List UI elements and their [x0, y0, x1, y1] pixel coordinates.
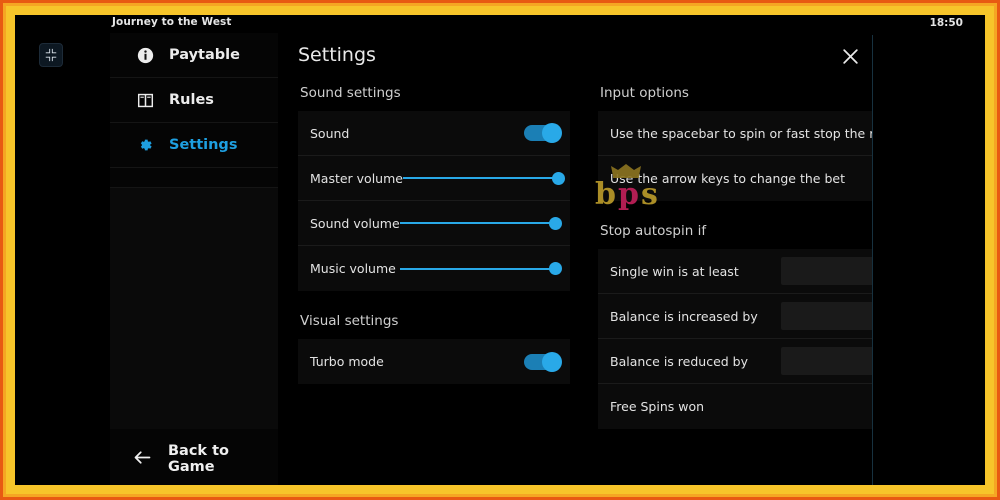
master-volume-slider[interactable]	[402, 170, 565, 186]
left-column: Sound settings Sound Master volume Sound…	[278, 81, 578, 485]
sidebar-item-label: Paytable	[169, 47, 240, 63]
game-stage: Journey to the West 18:50 Paytable Rules…	[15, 15, 985, 485]
setting-label: Balance is increased by	[610, 308, 758, 324]
setting-label: Sound	[310, 125, 350, 141]
sidebar: Paytable Rules Settings Back to Game	[110, 33, 278, 485]
slider-track	[400, 267, 560, 270]
decorative-frame: Journey to the West 18:50 Paytable Rules…	[0, 0, 1000, 500]
decorative-frame-mid: Journey to the West 18:50 Paytable Rules…	[3, 3, 997, 497]
top-bar: Journey to the West 18:50	[15, 15, 985, 33]
sidebar-item-rules[interactable]: Rules	[110, 78, 278, 123]
single-win-input[interactable]	[781, 257, 873, 285]
back-to-game-button[interactable]: Back to Game	[110, 433, 278, 485]
setting-row-turbo-mode[interactable]: Turbo mode	[298, 339, 570, 384]
slider-knob[interactable]	[549, 216, 562, 230]
arrow-left-icon	[132, 447, 153, 472]
setting-label: Turbo mode	[310, 354, 384, 369]
input-options-rows: Use the spacebar to spin or fast stop th…	[598, 111, 873, 201]
sidebar-item-label: Rules	[169, 92, 214, 108]
section-title-autospin: Stop autospin if	[600, 223, 707, 239]
setting-row-spacebar[interactable]: Use the spacebar to spin or fast stop th…	[598, 111, 873, 156]
sound-settings-rows: Sound Master volume Sound volume Music v…	[298, 111, 570, 291]
setting-row-single-win[interactable]: Single win is at least	[598, 249, 873, 294]
setting-label: Single win is at least	[610, 263, 739, 279]
setting-row-music-volume[interactable]: Music volume	[298, 246, 570, 291]
setting-label: Free Spins won	[610, 399, 705, 414]
slider-track	[402, 177, 563, 179]
panel-header: Settings	[278, 33, 873, 81]
settings-panel: Settings Sound settings Sound Master vol…	[278, 33, 873, 485]
clock: 18:50	[929, 17, 963, 29]
settings-columns: Sound settings Sound Master volume Sound…	[278, 81, 873, 485]
sidebar-empty-area	[110, 187, 278, 429]
setting-label: Balance is reduced by	[610, 353, 749, 369]
back-to-game-label: Back to Game	[168, 443, 230, 475]
close-icon	[842, 48, 858, 64]
setting-row-free-spins-won[interactable]: Free Spins won	[598, 384, 873, 429]
turbo-mode-toggle[interactable]	[524, 351, 562, 372]
panel-scrollbar[interactable]	[872, 35, 873, 485]
section-title-sound: Sound settings	[300, 85, 401, 101]
exit-fullscreen-icon	[45, 48, 57, 62]
visual-settings-rows: Turbo mode	[298, 339, 570, 384]
setting-label: Master volume	[310, 170, 403, 186]
setting-label: Sound volume	[310, 215, 400, 231]
setting-row-balance-reduced[interactable]: Balance is reduced by	[598, 339, 873, 384]
sidebar-item-label: Settings	[169, 137, 238, 153]
setting-row-arrow-keys[interactable]: Use the arrow keys to change the bet	[598, 156, 873, 201]
game-title: Journey to the West	[112, 16, 232, 28]
setting-row-sound[interactable]: Sound	[298, 111, 570, 156]
sidebar-item-paytable[interactable]: Paytable	[110, 33, 278, 78]
info-icon	[135, 45, 155, 65]
sound-toggle[interactable]	[524, 123, 562, 143]
section-title-input: Input options	[600, 85, 689, 101]
balance-reduced-input[interactable]	[781, 347, 873, 375]
toggle-knob	[542, 123, 562, 143]
close-button[interactable]	[835, 41, 865, 71]
gear-icon	[135, 135, 155, 155]
setting-label: Use the arrow keys to change the bet	[610, 171, 845, 186]
slider-track	[400, 222, 560, 224]
sound-volume-slider[interactable]	[400, 215, 562, 231]
music-volume-slider[interactable]	[400, 261, 562, 277]
decorative-frame-inner: Journey to the West 18:50 Paytable Rules…	[6, 6, 994, 494]
balance-increased-input[interactable]	[781, 302, 873, 330]
sidebar-item-settings[interactable]: Settings	[110, 123, 278, 168]
setting-row-balance-increased[interactable]: Balance is increased by	[598, 294, 873, 339]
setting-label: Music volume	[310, 261, 396, 276]
setting-label: Use the spacebar to spin or fast stop th…	[610, 125, 873, 141]
exit-fullscreen-button[interactable]	[39, 43, 63, 67]
setting-row-master-volume[interactable]: Master volume	[298, 156, 570, 201]
slider-knob[interactable]	[549, 262, 562, 275]
book-icon	[135, 90, 155, 110]
section-title-visual: Visual settings	[300, 313, 399, 329]
toggle-knob	[542, 351, 562, 372]
page-title: Settings	[298, 44, 376, 66]
slider-knob[interactable]	[551, 171, 565, 185]
autospin-rows: Single win is at least Balance is increa…	[598, 249, 873, 429]
right-column: Input options Use the spacebar to spin o…	[578, 81, 873, 485]
setting-row-sound-volume[interactable]: Sound volume	[298, 201, 570, 246]
